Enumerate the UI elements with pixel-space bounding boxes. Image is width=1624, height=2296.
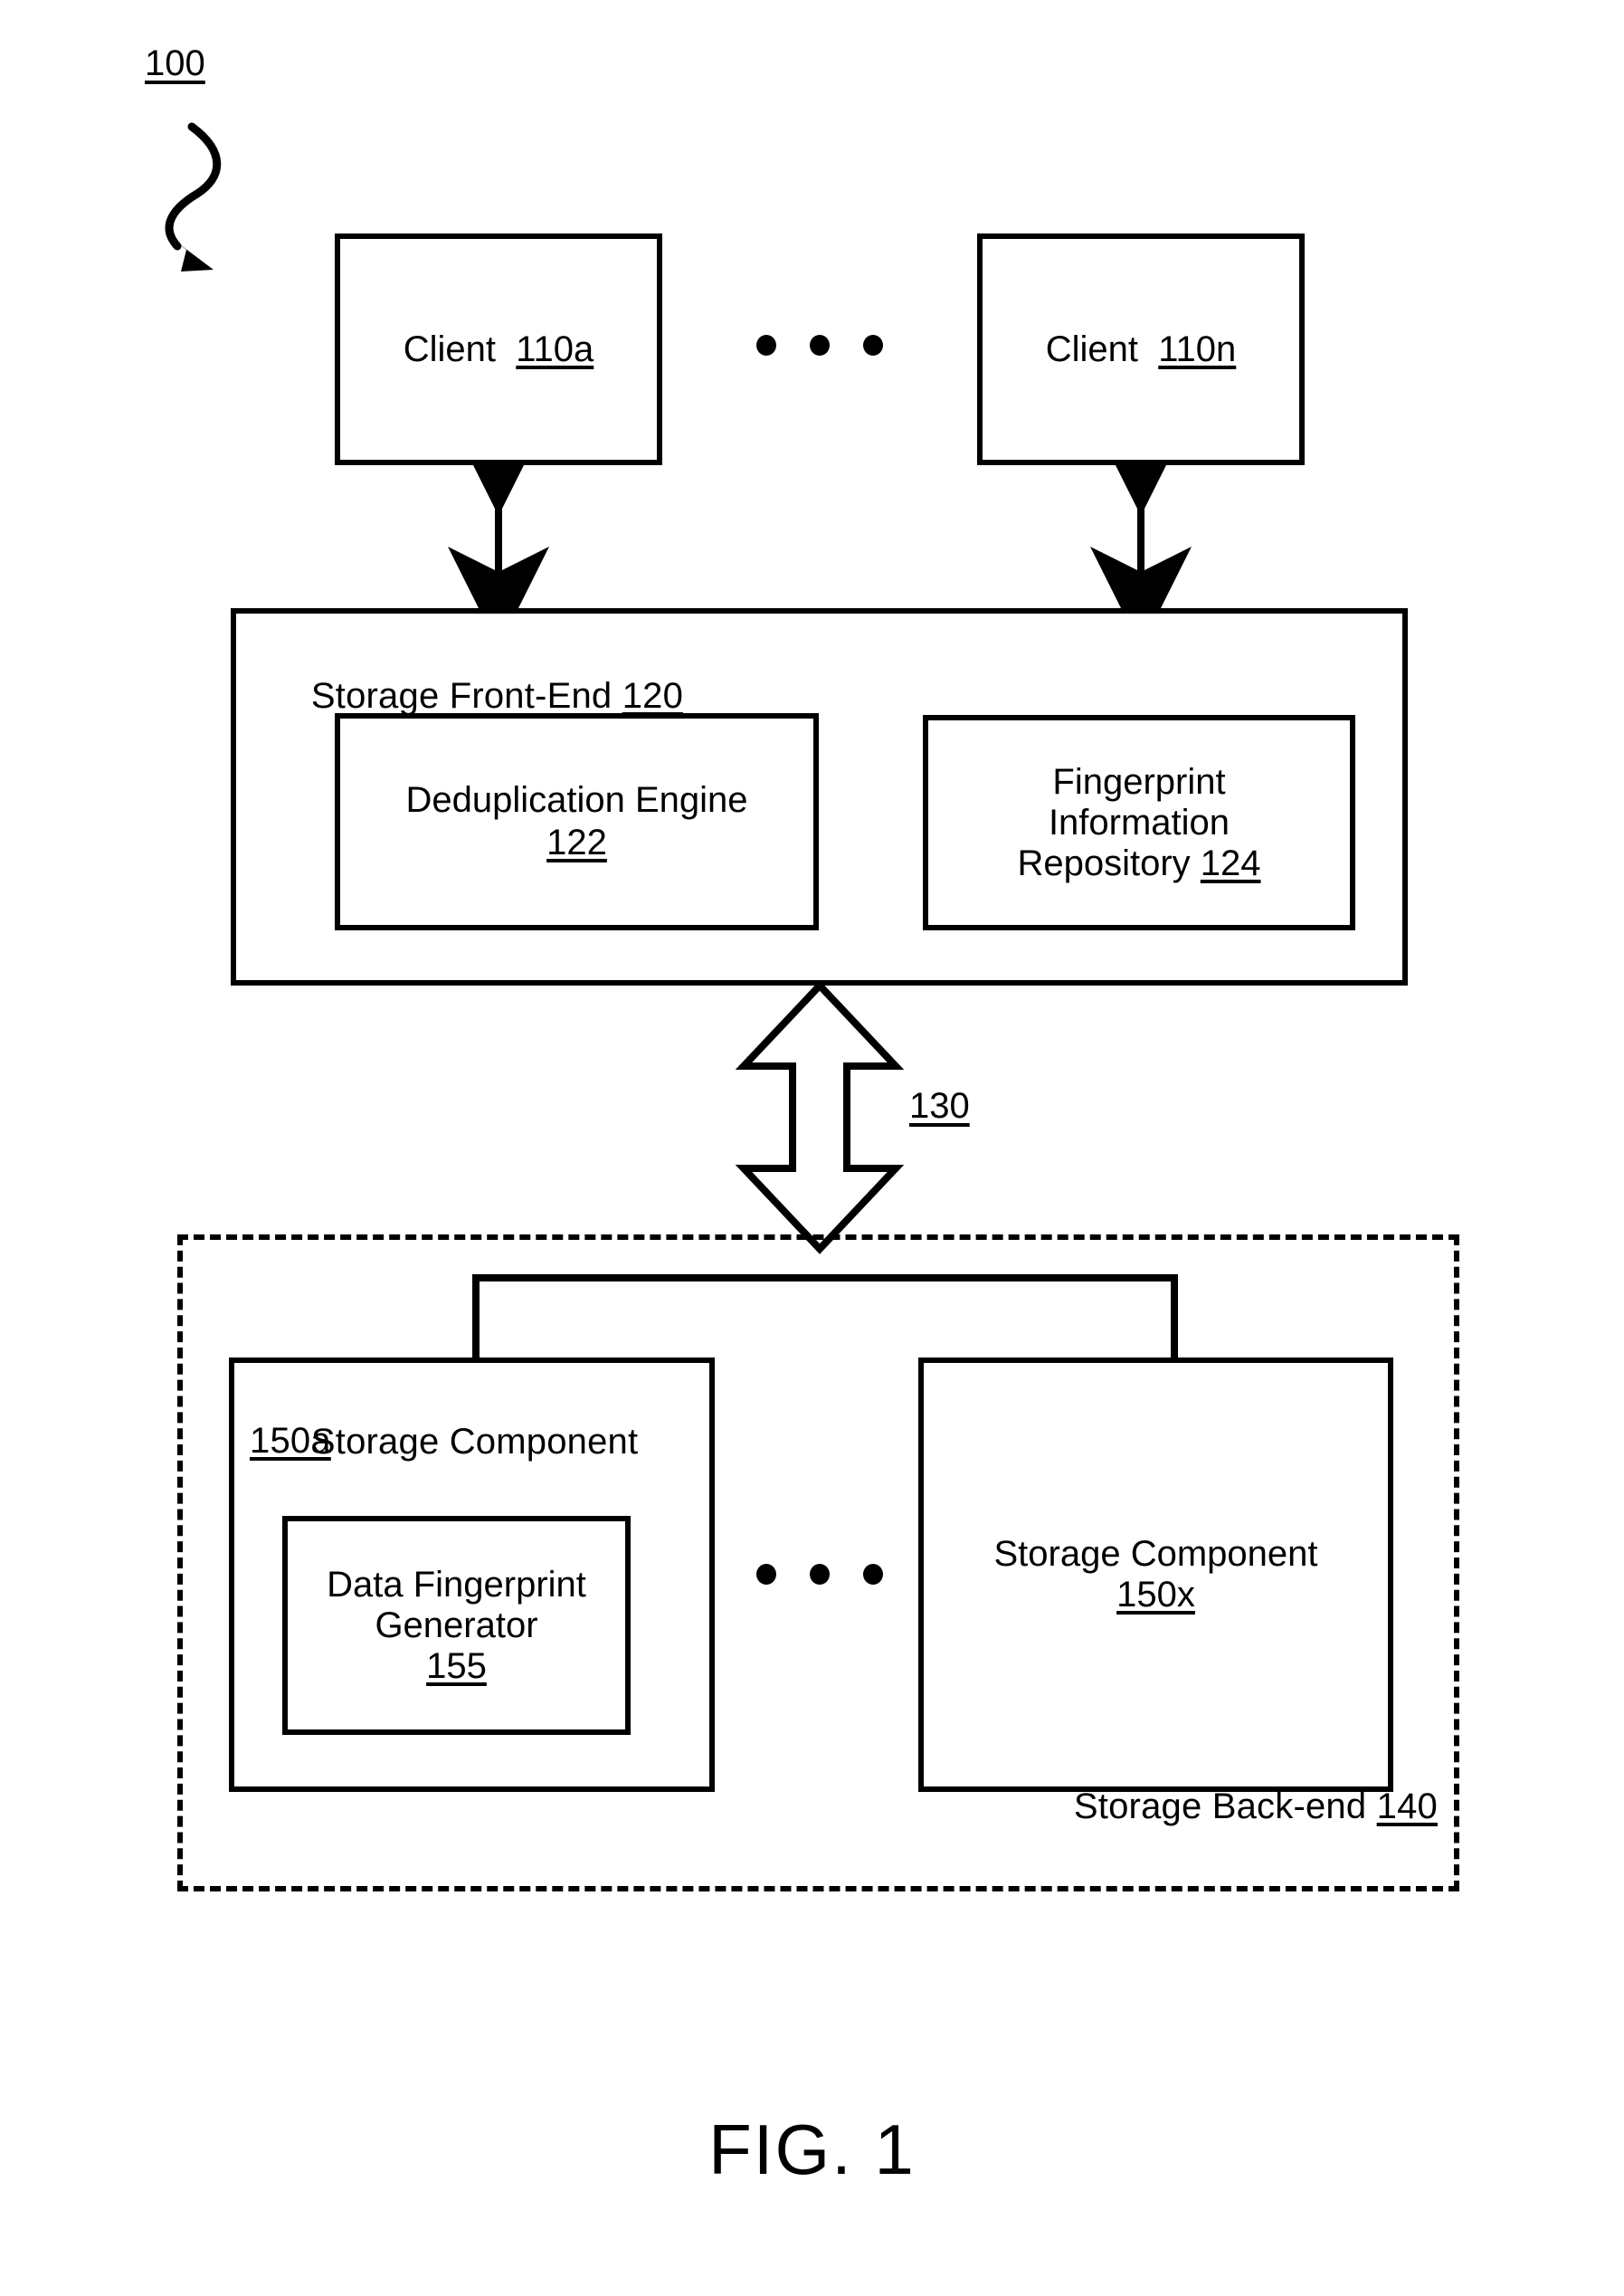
data-fingerprint-generator-box[interactable]: Data Fingerprint Generator 155	[282, 1516, 631, 1735]
storage-component-150x-title: Storage Component	[993, 1534, 1318, 1574]
figure-caption: FIG. 1	[708, 2110, 916, 2189]
storage-front-end-box[interactable]: Storage Front-End 120 Deduplication Engi…	[231, 608, 1408, 986]
deduplication-engine-title: Deduplication Engine	[405, 780, 748, 820]
storage-component-150a-ref: 150a	[250, 1421, 331, 1461]
ellipsis-dot	[863, 1564, 883, 1585]
ellipsis-dot	[756, 1564, 776, 1585]
fingerprint-repository-ref: 124	[1200, 843, 1261, 883]
ellipsis-dot	[810, 1564, 830, 1585]
system-reference-label: 100	[145, 43, 205, 83]
fingerprint-information-repository-box[interactable]: Fingerprint Information Repository 124	[923, 715, 1355, 930]
fingerprint-repository-title-line1: Fingerprint	[1052, 761, 1226, 802]
client-110n-label: Client	[1045, 329, 1138, 369]
storage-component-150x-ref: 150x	[1116, 1575, 1195, 1615]
deduplication-engine-box[interactable]: Deduplication Engine 122	[335, 713, 819, 930]
client-110a-box[interactable]: Client 110a	[335, 233, 662, 465]
interconnect-block-arrow	[735, 980, 905, 1254]
system-callout-squiggle-arrow	[165, 122, 222, 272]
client-110a-ref: 110a	[516, 329, 594, 369]
data-fingerprint-generator-ref: 155	[426, 1645, 487, 1686]
storage-component-150x-box[interactable]: Storage Component 150x	[918, 1358, 1393, 1792]
interconnect-reference-label: 130	[909, 1086, 970, 1126]
storage-component-150a-box[interactable]: Storage Component 150a Data Fingerprint …	[229, 1358, 715, 1792]
clients-ellipsis	[756, 335, 883, 356]
client-110n-ref: 110n	[1158, 329, 1237, 369]
ellipsis-dot	[863, 335, 883, 356]
data-fingerprint-generator-title-line1: Data Fingerprint	[327, 1564, 586, 1605]
fingerprint-repository-title-line3: Repository	[1017, 843, 1191, 883]
deduplication-engine-ref: 122	[546, 823, 607, 862]
patent-figure: 100 Client 110a Client 110n Storage Fron…	[0, 0, 1624, 2296]
data-fingerprint-generator-title-line2: Generator	[375, 1605, 538, 1645]
storage-components-ellipsis	[756, 1564, 883, 1585]
client-110n-box[interactable]: Client 110n	[977, 233, 1305, 465]
ellipsis-dot	[756, 335, 776, 356]
ellipsis-dot	[810, 335, 830, 356]
fingerprint-repository-title-line2: Information	[1048, 802, 1230, 843]
client-110a-label: Client	[403, 329, 496, 369]
